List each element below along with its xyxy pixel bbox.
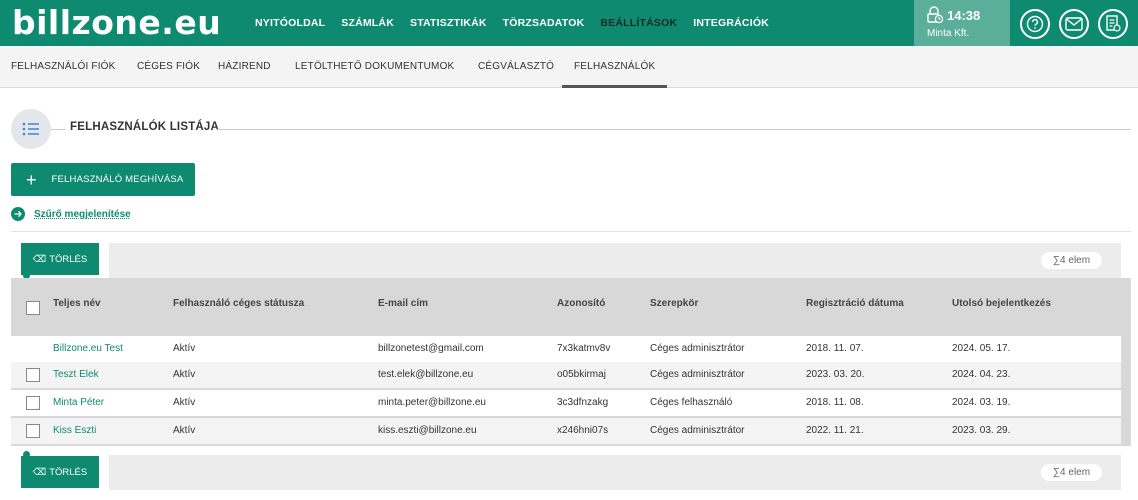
- cell-registration-date: 2023. 03. 20.: [806, 369, 865, 380]
- cell-email: billzonetest@gmail.com: [378, 343, 484, 354]
- main-nav: NYITÓOLDAL SZÁMLÁK STATISZTIKÁK TÖRZSADA…: [255, 0, 785, 46]
- item-count-badge-bottom: ∑4 elem: [1041, 464, 1102, 481]
- help-button[interactable]: [1020, 9, 1050, 39]
- arrow-right-icon: [11, 207, 25, 221]
- cell-role: Céges adminisztrátor: [650, 425, 745, 436]
- backspace-icon: ⌫: [32, 253, 47, 265]
- row-checkbox[interactable]: [26, 396, 40, 410]
- cell-email: kiss.eszti@billzone.eu: [378, 425, 477, 436]
- table-header: Teljes név Felhasználó céges státusza E-…: [11, 278, 1131, 334]
- cell-email: test.elek@billzone.eu: [378, 369, 474, 380]
- cell-full-name[interactable]: Kiss Eszti: [53, 425, 96, 436]
- cell-role: Céges adminisztrátor: [650, 343, 745, 354]
- cell-last-login: 2024. 04. 23.: [952, 369, 1011, 380]
- nav-item-home[interactable]: NYITÓOLDAL: [255, 17, 325, 29]
- tab-company-selector[interactable]: CÉGVÁLASZTÓ: [478, 46, 554, 88]
- section-line-left: [51, 129, 65, 130]
- backspace-icon: ⌫: [32, 466, 47, 478]
- table-action-bar-top: [109, 243, 1121, 278]
- company-name: Minta Kft.: [927, 28, 970, 39]
- show-filter-label: Szűrő megjelenítése: [34, 208, 131, 220]
- cell-registration-date: 2018. 11. 08.: [806, 397, 864, 408]
- column-header-email[interactable]: E-mail cím: [378, 298, 428, 309]
- show-filter-link[interactable]: Szűrő megjelenítése: [11, 207, 131, 221]
- tab-downloadable-documents[interactable]: LETÖLTHETŐ DOKUMENTUMOK: [295, 46, 454, 88]
- cell-last-login: 2024. 05. 17.: [952, 343, 1011, 354]
- row-checkbox[interactable]: [26, 424, 40, 438]
- invite-user-button[interactable]: + FELHASZNÁLÓ MEGHÍVÁSA: [11, 163, 195, 196]
- list-icon: [11, 109, 51, 149]
- cell-status: Aktív: [173, 397, 196, 408]
- select-all-checkbox[interactable]: [26, 301, 40, 315]
- tab-user-account[interactable]: FELHASZNÁLÓI FIÓK: [11, 46, 116, 88]
- cell-role: Céges felhasználó: [650, 397, 733, 408]
- table-row[interactable]: Minta Péter Aktív minta.peter@billzone.e…: [11, 390, 1121, 416]
- messages-button[interactable]: [1059, 9, 1089, 39]
- top-bar: billzone.eu NYITÓOLDAL SZÁMLÁK STATISZTI…: [0, 0, 1138, 46]
- delete-label: TÖRLÉS: [49, 253, 88, 265]
- tab-house-rules[interactable]: HÁZIREND: [218, 46, 271, 88]
- invoice-button[interactable]: [1098, 9, 1128, 39]
- column-header-role[interactable]: Szerepkör: [650, 298, 698, 309]
- cell-last-login: 2023. 03. 29.: [952, 425, 1011, 436]
- tab-users[interactable]: FELHASZNÁLÓK: [562, 46, 668, 88]
- logo[interactable]: billzone.eu: [12, 3, 221, 43]
- cell-full-name[interactable]: Teszt Elek: [53, 369, 99, 380]
- cell-registration-date: 2018. 11. 07.: [806, 343, 864, 354]
- column-header-status[interactable]: Felhasználó céges státusza: [173, 298, 304, 309]
- lock-clock-icon: [927, 6, 943, 24]
- tab-company-account[interactable]: CÉGES FIÓK: [137, 46, 200, 88]
- cell-full-name[interactable]: Billzone.eu Test: [53, 343, 123, 354]
- invite-user-label: FELHASZNÁLÓ MEGHÍVÁSA: [51, 174, 184, 185]
- delete-button-bottom[interactable]: ⌫ TÖRLÉS: [21, 456, 99, 488]
- table-row[interactable]: Teszt Elek Aktív test.elek@billzone.eu o…: [11, 362, 1121, 388]
- delete-button-top[interactable]: ⌫ TÖRLÉS: [21, 243, 99, 275]
- section-line-right: [216, 129, 1131, 130]
- table-row[interactable]: Billzone.eu Test Aktív billzonetest@gmai…: [11, 336, 1121, 362]
- cell-full-name[interactable]: Minta Péter: [53, 397, 104, 408]
- mail-icon: [1065, 17, 1083, 31]
- cell-id: x246hni07s: [557, 425, 609, 436]
- cell-last-login: 2024. 03. 19.: [952, 397, 1011, 408]
- notch-dot: [23, 451, 30, 458]
- cell-role: Céges adminisztrátor: [650, 369, 745, 380]
- cell-status: Aktív: [173, 425, 196, 436]
- cell-id: o05bkirmaj: [557, 369, 606, 380]
- plus-icon: +: [26, 169, 37, 190]
- users-table: Teljes név Felhasználó céges státusza E-…: [11, 278, 1131, 446]
- delete-notch-bottom: [23, 451, 39, 459]
- session-time: 14:38: [947, 8, 981, 23]
- session-box[interactable]: 14:38 Minta Kft.: [914, 0, 1010, 46]
- cell-id: 3c3dfnzakg: [557, 397, 609, 408]
- nav-item-master-data[interactable]: TÖRZSADATOK: [503, 17, 585, 29]
- invoice-icon: [1106, 15, 1121, 32]
- column-header-registration-date[interactable]: Regisztráció dátuma: [806, 298, 904, 309]
- column-header-full-name[interactable]: Teljes név: [53, 298, 101, 309]
- column-header-id[interactable]: Azonosító: [557, 298, 605, 309]
- item-count-badge-top: ∑4 elem: [1041, 252, 1102, 269]
- table-row[interactable]: Kiss Eszti Aktív kiss.eszti@billzone.eu …: [11, 418, 1121, 444]
- cell-email: minta.peter@billzone.eu: [378, 397, 486, 408]
- section-title: FELHASZNÁLÓK LISTÁJA: [70, 121, 220, 133]
- divider: [11, 231, 1131, 232]
- column-header-last-login[interactable]: Utolsó bejelentkezés: [952, 298, 1051, 309]
- table-action-bar-bottom: [109, 455, 1121, 490]
- cell-status: Aktív: [173, 369, 196, 380]
- nav-item-invoices[interactable]: SZÁMLÁK: [341, 17, 394, 29]
- row-checkbox[interactable]: [26, 368, 40, 382]
- cell-registration-date: 2022. 11. 21.: [806, 425, 864, 436]
- nav-item-statistics[interactable]: STATISZTIKÁK: [410, 17, 487, 29]
- delete-label: TÖRLÉS: [49, 466, 88, 478]
- sub-nav: FELHASZNÁLÓI FIÓK CÉGES FIÓK HÁZIREND LE…: [0, 46, 1138, 88]
- cell-id: 7x3katmv8v: [557, 343, 611, 354]
- cell-status: Aktív: [173, 343, 196, 354]
- nav-item-settings[interactable]: BEÁLLÍTÁSOK: [600, 17, 677, 29]
- help-icon: [1026, 15, 1044, 33]
- nav-item-integrations[interactable]: INTEGRÁCIÓK: [693, 17, 769, 29]
